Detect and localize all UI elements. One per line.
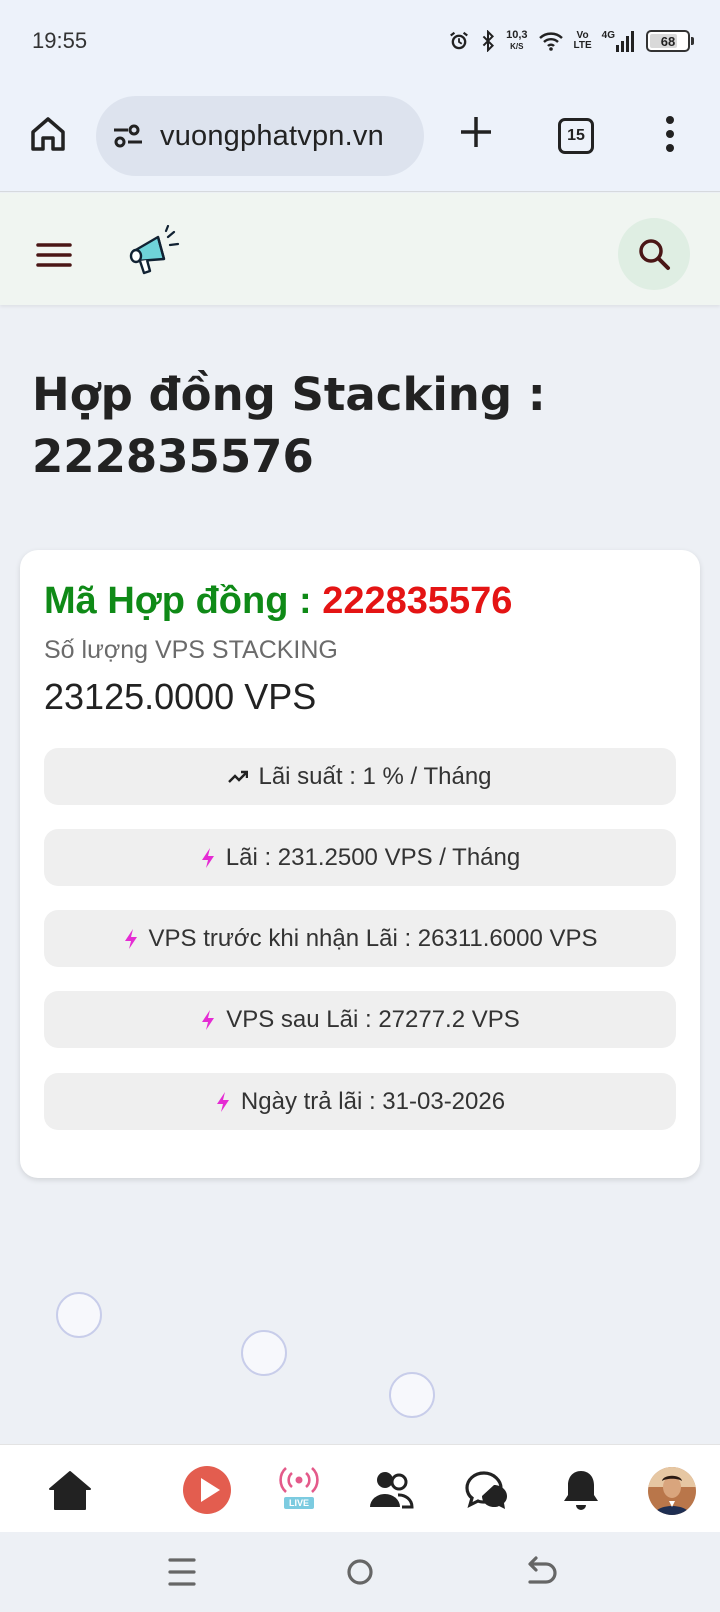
alarm-icon	[450, 31, 468, 50]
network-type: 4G	[601, 30, 615, 41]
more-menu-icon[interactable]	[664, 114, 676, 154]
vps-after-row: VPS sau Lãi : 27277.2 VPS	[44, 991, 676, 1048]
vps-before-text: VPS trước khi nhận Lãi : 26311.6000 VPS	[148, 924, 598, 952]
status-time: 19:55	[32, 28, 88, 53]
interest-amount-row: Lãi : 231.2500 VPS / Tháng	[44, 829, 676, 886]
bolt-icon	[200, 1009, 216, 1031]
bolt-icon	[215, 1091, 231, 1113]
bluetooth-icon	[482, 30, 495, 52]
system-home-icon[interactable]	[340, 1552, 380, 1592]
bell-icon	[564, 1471, 598, 1510]
vps-after-text: VPS sau Lãi : 27277.2 VPS	[226, 1005, 520, 1033]
vps-before-row: VPS trước khi nhận Lãi : 26311.6000 VPS	[44, 910, 676, 967]
status-icons: 10,3 K/S Vo LTE 4G 68	[448, 24, 694, 58]
bolt-icon	[123, 928, 139, 950]
search-button[interactable]	[618, 218, 690, 290]
search-icon	[639, 239, 670, 270]
nav-users-button[interactable]	[366, 1465, 416, 1515]
signal-group: 4G	[602, 30, 636, 52]
bolt-icon	[200, 847, 216, 869]
nav-home-button[interactable]	[45, 1465, 95, 1515]
decorative-bubble	[389, 1372, 435, 1418]
user-avatar-image	[648, 1467, 696, 1515]
megaphone-icon[interactable]	[126, 225, 180, 277]
nav-chat-button[interactable]	[462, 1465, 512, 1515]
wifi-icon	[538, 32, 563, 51]
avatar[interactable]	[648, 1467, 696, 1515]
nav-live-button[interactable]: LIVE	[274, 1461, 324, 1511]
net-speed: 10,3 K/S	[506, 29, 528, 52]
site-settings-icon[interactable]	[112, 122, 144, 150]
browser-home-icon[interactable]	[28, 114, 68, 154]
home-icon	[49, 1471, 91, 1510]
browser-toolbar: vuongphatvpn.vn 15	[0, 82, 720, 192]
battery-indicator: 68	[646, 30, 694, 52]
volte-label: Vo LTE	[573, 30, 592, 51]
contract-label: Mã Hợp đồng :	[44, 580, 323, 622]
live-icon	[279, 1466, 319, 1493]
signal-icon	[616, 31, 634, 52]
bottom-navigation: LIVE	[0, 1444, 720, 1532]
live-badge: LIVE	[283, 1496, 314, 1509]
contract-heading: Mã Hợp đồng : 222835576	[44, 580, 512, 623]
play-icon	[183, 1466, 231, 1514]
decorative-bubble	[241, 1330, 287, 1376]
quantity-value: 23125.0000 VPS	[44, 676, 317, 717]
quantity-label: Số lượng VPS STACKING	[44, 636, 338, 664]
site-header	[0, 193, 720, 305]
chat-icon	[465, 1471, 507, 1509]
page-title: Hợp đồng Stacking : 222835576	[32, 368, 546, 483]
hamburger-menu-icon[interactable]	[36, 241, 72, 269]
interest-amount-text: Lãi : 231.2500 VPS / Tháng	[225, 843, 521, 871]
tab-switcher-button[interactable]: 15	[558, 118, 594, 154]
nav-notifications-button[interactable]	[556, 1465, 606, 1515]
contract-id: 222835576	[322, 580, 513, 622]
system-navigation-bar	[0, 1532, 720, 1612]
nav-play-button[interactable]	[182, 1465, 232, 1515]
decorative-bubble	[56, 1292, 102, 1338]
interest-rate-text: Lãi suất : 1 % / Tháng	[258, 762, 492, 790]
status-bar: 19:55 10,3 K/S Vo LTE 4G 68	[0, 0, 720, 82]
trend-up-icon	[228, 770, 249, 784]
back-icon[interactable]	[520, 1552, 560, 1592]
users-icon	[370, 1472, 414, 1509]
payout-date-row: Ngày trả lãi : 31-03-2026	[44, 1073, 676, 1130]
address-bar[interactable]: vuongphatvpn.vn	[96, 96, 424, 176]
new-tab-icon[interactable]	[458, 114, 494, 150]
url-text[interactable]: vuongphatvpn.vn	[160, 120, 384, 153]
recent-apps-icon[interactable]	[162, 1552, 202, 1592]
interest-rate-row: Lãi suất : 1 % / Tháng	[44, 748, 676, 805]
contract-card: Mã Hợp đồng : 222835576 Số lượng VPS STA…	[20, 550, 700, 1178]
payout-date-text: Ngày trả lãi : 31-03-2026	[240, 1087, 506, 1115]
